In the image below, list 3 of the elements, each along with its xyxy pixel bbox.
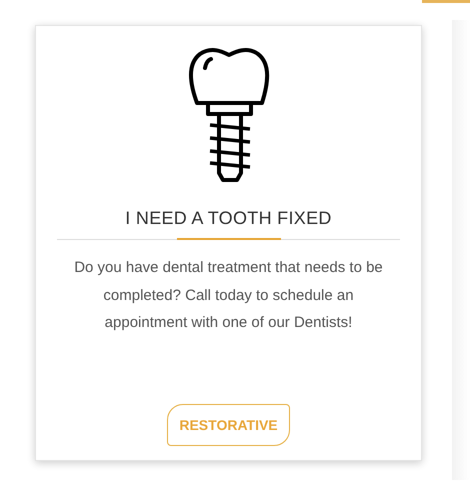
card-title: I NEED A TOOTH FIXED	[125, 208, 332, 229]
restorative-button[interactable]: RESTORATIVE	[167, 404, 290, 446]
card-description: Do you have dental treatment that needs to be completed? Call today to schedule an appointment with one of our Dentists!	[73, 258, 384, 333]
